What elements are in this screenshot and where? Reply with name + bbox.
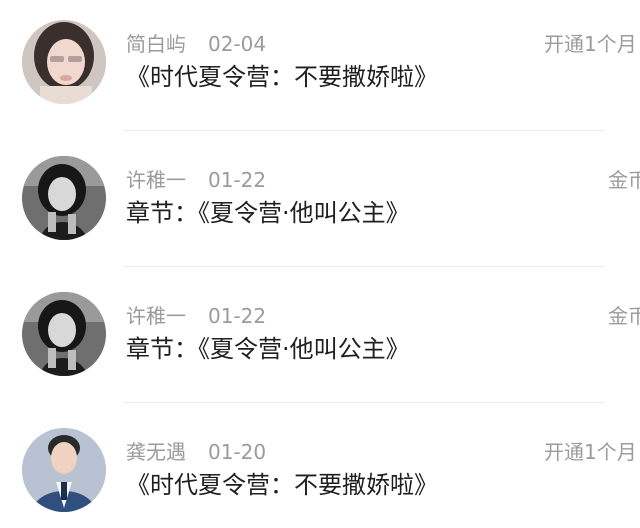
list-item[interactable]: 龚无遇 01-20 开通1个月 《时代夏令营：不要撒娇啦》 xyxy=(0,408,640,528)
message-content[interactable]: 《时代夏令营：不要撒娇啦》 xyxy=(126,60,438,94)
right-info: 金币 xyxy=(608,304,640,328)
list-item[interactable]: 许稚一 01-22 金币 章节：《夏令营·他叫公主》 xyxy=(0,136,640,272)
avatar-girl-blurred-icon[interactable] xyxy=(22,20,106,104)
divider xyxy=(124,402,604,403)
sender-name[interactable]: 许稚一 xyxy=(126,304,186,328)
sender-name[interactable]: 许稚一 xyxy=(126,168,186,192)
message-content[interactable]: 《时代夏令营：不要撒娇啦》 xyxy=(126,468,438,502)
list-item[interactable]: 简白屿 02-04 开通1个月 《时代夏令营：不要撒娇啦》 xyxy=(0,0,640,136)
message-list: 简白屿 02-04 开通1个月 《时代夏令营：不要撒娇啦》 许稚一 01-22 金币… xyxy=(0,0,640,528)
divider xyxy=(124,266,604,267)
sender-name[interactable]: 简白屿 xyxy=(126,32,186,56)
message-content[interactable]: 章节：《夏令营·他叫公主》 xyxy=(126,332,410,366)
avatar-man-suit-icon[interactable] xyxy=(22,428,106,512)
message-date: 01-22 xyxy=(208,304,267,328)
message-content[interactable]: 章节：《夏令营·他叫公主》 xyxy=(126,196,410,230)
message-meta: 许稚一 01-22 xyxy=(126,166,266,194)
right-info: 金币 xyxy=(608,168,640,192)
message-meta: 许稚一 01-22 xyxy=(126,302,266,330)
list-item[interactable]: 许稚一 01-22 金币 章节：《夏令营·他叫公主》 xyxy=(0,272,640,408)
message-date: 02-04 xyxy=(208,32,267,56)
divider xyxy=(124,130,604,131)
right-info: 开通1个月 xyxy=(544,32,637,56)
avatar-girl-dark-icon[interactable] xyxy=(22,156,106,240)
sender-name[interactable]: 龚无遇 xyxy=(126,440,186,464)
right-info: 开通1个月 xyxy=(544,440,637,464)
avatar-girl-dark-icon[interactable] xyxy=(22,292,106,376)
message-date: 01-20 xyxy=(208,440,267,464)
message-meta: 简白屿 02-04 xyxy=(126,30,266,58)
message-date: 01-22 xyxy=(208,168,267,192)
message-meta: 龚无遇 01-20 xyxy=(126,438,266,466)
